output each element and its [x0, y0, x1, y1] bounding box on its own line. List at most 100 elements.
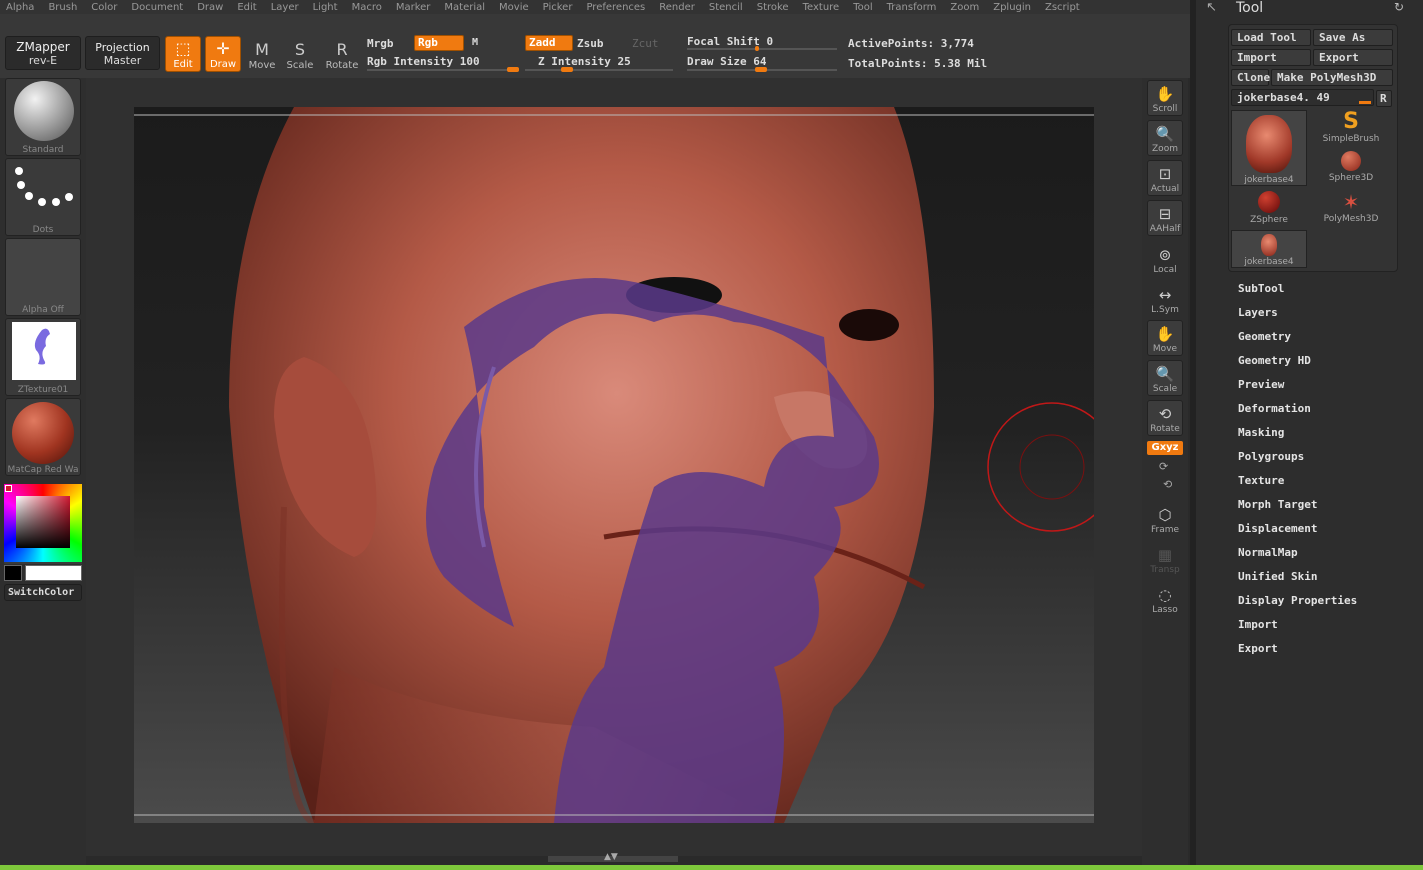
- r-button[interactable]: R: [1376, 90, 1392, 107]
- switch-color-button[interactable]: SwitchColor: [4, 584, 82, 601]
- edit-button[interactable]: ⬚ Edit: [165, 36, 201, 72]
- focal-shift-slider[interactable]: [687, 46, 837, 51]
- menu-edit[interactable]: Edit: [237, 2, 256, 13]
- rotate-view-button[interactable]: ⟲ Rotate: [1147, 400, 1183, 436]
- section-polygroups[interactable]: Polygroups: [1238, 450, 1304, 463]
- menu-document[interactable]: Document: [131, 2, 183, 13]
- tool-thumb-sphere3d[interactable]: Sphere3D: [1313, 150, 1389, 188]
- save-as-button[interactable]: Save As: [1313, 29, 1393, 46]
- tool-thumb-jokerbase4[interactable]: jokerbase4: [1231, 110, 1307, 186]
- section-masking[interactable]: Masking: [1238, 426, 1284, 439]
- tool-thumb-jokerbase4-small[interactable]: jokerbase4: [1231, 230, 1307, 268]
- zoom-button[interactable]: 🔍 Zoom: [1147, 120, 1183, 156]
- section-geometry-hd[interactable]: Geometry HD: [1238, 354, 1311, 367]
- saturation-square[interactable]: [16, 496, 70, 548]
- section-texture[interactable]: Texture: [1238, 474, 1284, 487]
- z-intensity-knob[interactable]: [561, 67, 573, 72]
- actual-button[interactable]: ⊡ Actual: [1147, 160, 1183, 196]
- tool-thumb-polymesh3d[interactable]: ✶ PolyMesh3D: [1313, 190, 1389, 228]
- menu-stencil[interactable]: Stencil: [709, 2, 743, 13]
- tool-thumb-zsphere[interactable]: ZSphere: [1231, 190, 1307, 228]
- load-tool-button[interactable]: Load Tool: [1231, 29, 1311, 46]
- current-tool-knob[interactable]: [1359, 101, 1371, 104]
- menu-brush[interactable]: Brush: [48, 2, 77, 13]
- lsym-button[interactable]: ↔ L.Sym: [1147, 280, 1183, 316]
- section-preview[interactable]: Preview: [1238, 378, 1284, 391]
- current-tool-slider[interactable]: jokerbase4. 49: [1231, 89, 1374, 106]
- section-normalmap[interactable]: NormalMap: [1238, 546, 1298, 559]
- menu-preferences[interactable]: Preferences: [586, 2, 645, 13]
- primary-color-swatch[interactable]: [25, 565, 82, 581]
- pin-icon[interactable]: ↖: [1206, 0, 1217, 15]
- stroke-selector[interactable]: Dots: [5, 158, 81, 236]
- menu-color[interactable]: Color: [91, 2, 117, 13]
- menu-render[interactable]: Render: [659, 2, 695, 13]
- rgb-intensity-slider[interactable]: [367, 67, 519, 72]
- reset-icon[interactable]: ↻: [1394, 0, 1404, 14]
- material-selector[interactable]: MatCap Red Wa: [5, 398, 81, 476]
- make-polymesh-button[interactable]: Make PolyMesh3D: [1271, 69, 1393, 86]
- menu-zscript[interactable]: Zscript: [1045, 2, 1080, 13]
- menu-zplugin[interactable]: Zplugin: [993, 2, 1031, 13]
- menu-layer[interactable]: Layer: [271, 2, 299, 13]
- rgb-toggle[interactable]: Rgb: [414, 35, 464, 51]
- menu-macro[interactable]: Macro: [352, 2, 382, 13]
- transp-button[interactable]: ▦ Transp: [1147, 540, 1183, 576]
- scroll-button[interactable]: ✋ Scroll: [1147, 80, 1183, 116]
- section-export[interactable]: Export: [1238, 642, 1278, 655]
- draw-size-knob[interactable]: [755, 67, 767, 72]
- viewport-canvas[interactable]: [134, 107, 1094, 823]
- export-button[interactable]: Export: [1313, 49, 1393, 66]
- scale-button[interactable]: S Scale: [282, 36, 318, 72]
- color-picker[interactable]: [4, 484, 82, 564]
- zmapper-button[interactable]: ZMapper rev-E: [5, 36, 81, 70]
- texture-selector[interactable]: ZTexture01: [5, 318, 81, 396]
- section-import[interactable]: Import: [1238, 618, 1278, 631]
- alpha-selector[interactable]: Alpha Off: [5, 238, 81, 316]
- zcut-toggle[interactable]: Zcut: [632, 37, 659, 50]
- menu-transform[interactable]: Transform: [887, 2, 937, 13]
- menu-stroke[interactable]: Stroke: [757, 2, 789, 13]
- menu-tool[interactable]: Tool: [853, 2, 872, 13]
- draw-size-slider[interactable]: [687, 67, 837, 72]
- rgb-intensity-knob[interactable]: [507, 67, 519, 72]
- brush-selector[interactable]: Standard: [5, 78, 81, 156]
- lasso-button[interactable]: ◌ Lasso: [1147, 580, 1183, 616]
- section-layers[interactable]: Layers: [1238, 306, 1278, 319]
- m-toggle[interactable]: M: [472, 37, 478, 48]
- rotate-z-icon[interactable]: ⟲: [1163, 478, 1172, 491]
- mrgb-toggle[interactable]: Mrgb: [367, 37, 394, 50]
- section-morph-target[interactable]: Morph Target: [1238, 498, 1317, 511]
- section-displacement[interactable]: Displacement: [1238, 522, 1317, 535]
- bottom-tray-handle[interactable]: ▲▼: [548, 852, 678, 862]
- move-view-button[interactable]: ✋ Move: [1147, 320, 1183, 356]
- scale-view-button[interactable]: 🔍 Scale: [1147, 360, 1183, 396]
- menu-movie[interactable]: Movie: [499, 2, 529, 13]
- projection-master-button[interactable]: Projection Master: [85, 36, 160, 70]
- import-button[interactable]: Import: [1231, 49, 1311, 66]
- rotate-button[interactable]: R Rotate: [324, 36, 360, 72]
- frame-button[interactable]: ⬡ Frame: [1147, 500, 1183, 536]
- aahalf-button[interactable]: ⊟ AAHalf: [1147, 200, 1183, 236]
- draw-button[interactable]: ✛ Draw: [205, 36, 241, 72]
- section-subtool[interactable]: SubTool: [1238, 282, 1284, 295]
- section-unified-skin[interactable]: Unified Skin: [1238, 570, 1317, 583]
- xyz-axis-toggle[interactable]: Gxyz: [1147, 441, 1183, 455]
- tool-thumb-simplebrush[interactable]: S SimpleBrush: [1313, 110, 1389, 148]
- menu-picker[interactable]: Picker: [543, 2, 573, 13]
- menu-texture[interactable]: Texture: [803, 2, 840, 13]
- zadd-toggle[interactable]: Zadd: [525, 35, 573, 51]
- section-geometry[interactable]: Geometry: [1238, 330, 1291, 343]
- clone-button[interactable]: Clone: [1231, 69, 1270, 86]
- menu-marker[interactable]: Marker: [396, 2, 431, 13]
- rotate-y-icon[interactable]: ⟳: [1159, 460, 1168, 473]
- local-button[interactable]: ⊚ Local: [1147, 240, 1183, 276]
- section-display-properties[interactable]: Display Properties: [1238, 594, 1357, 607]
- section-deformation[interactable]: Deformation: [1238, 402, 1311, 415]
- menu-zoom[interactable]: Zoom: [950, 2, 979, 13]
- focal-shift-knob[interactable]: [755, 46, 759, 51]
- secondary-color-swatch[interactable]: [4, 565, 22, 581]
- menu-light[interactable]: Light: [313, 2, 338, 13]
- move-button[interactable]: M Move: [244, 36, 280, 72]
- z-intensity-slider[interactable]: [525, 67, 673, 72]
